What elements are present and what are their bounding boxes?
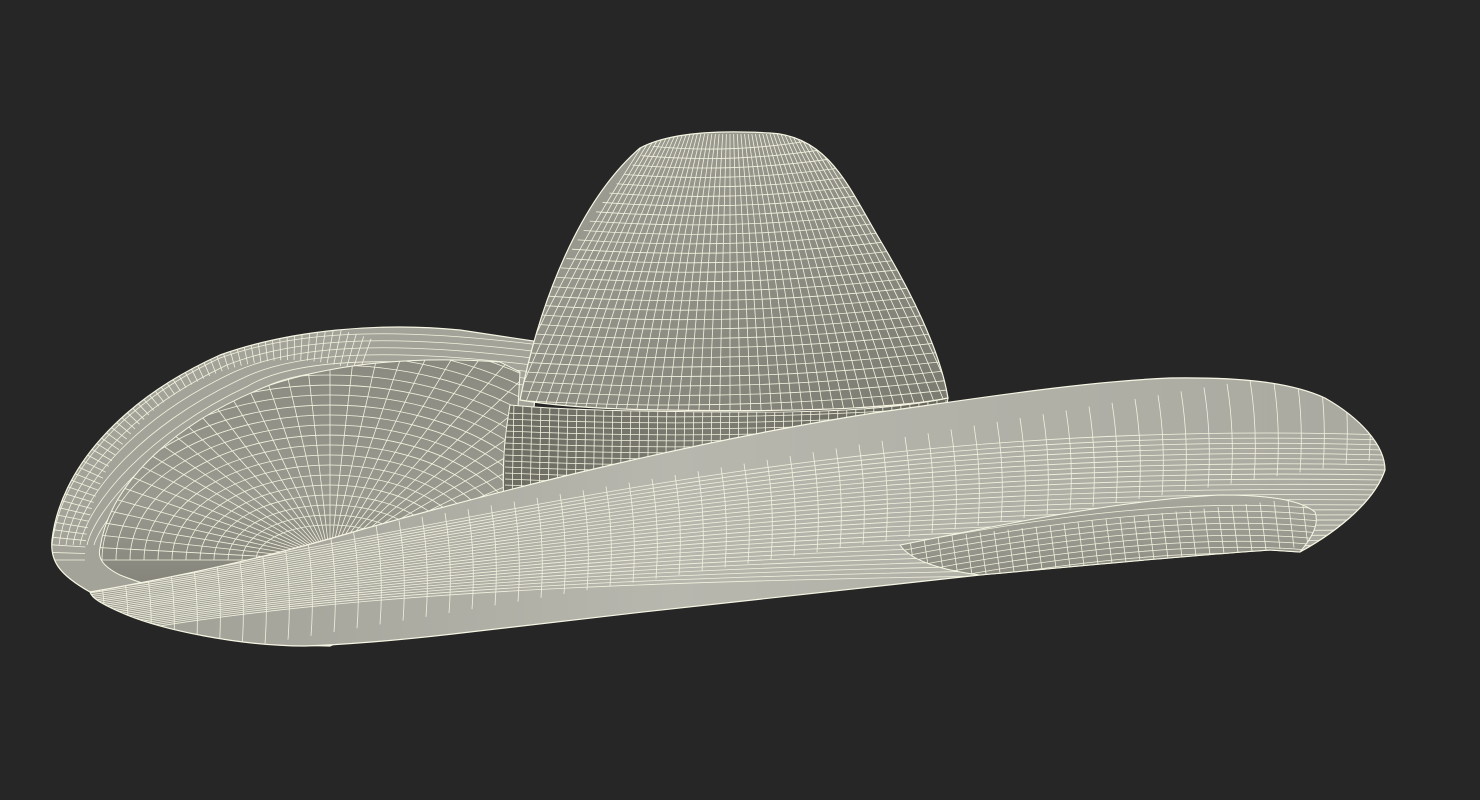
3d-viewport[interactable]	[0, 0, 1480, 800]
sombrero-wireframe-render	[0, 0, 1480, 800]
